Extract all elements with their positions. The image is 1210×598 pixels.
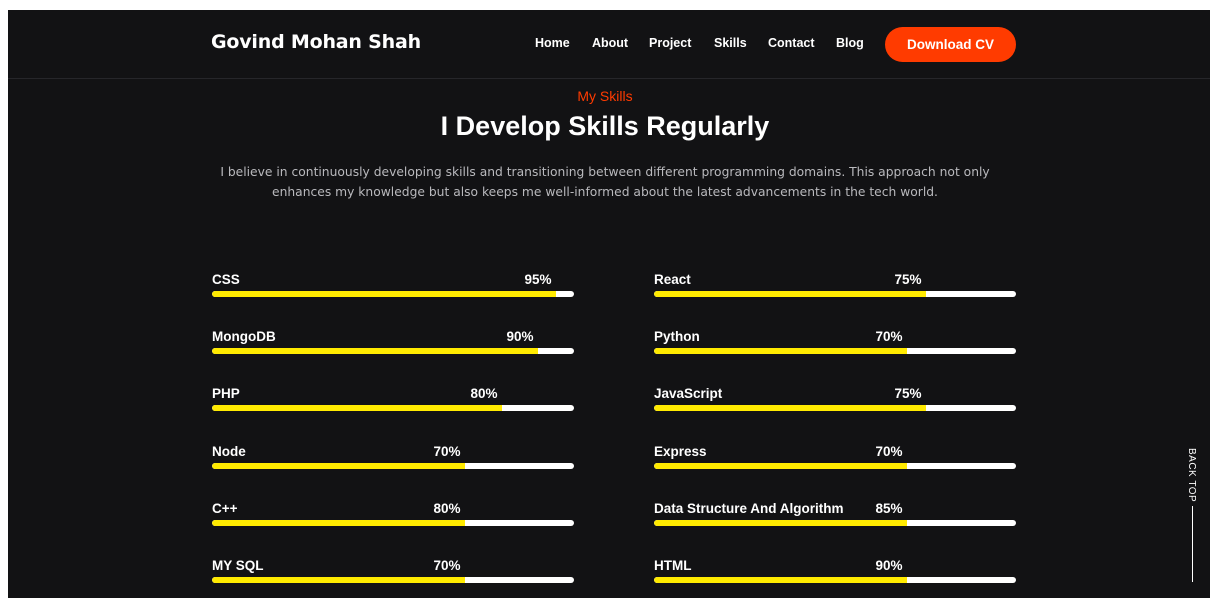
skill-percent: 80% (433, 501, 461, 516)
skill-percent: 70% (875, 444, 903, 459)
skill-item: HTML 90% (654, 558, 1016, 584)
skill-progress-track (654, 405, 1016, 411)
skill-name: Node (212, 444, 246, 459)
skill-item: Node 70% (212, 444, 574, 470)
skill-percent: 95% (524, 272, 552, 287)
section-title: I Develop Skills Regularly (440, 111, 770, 141)
brand-logo[interactable]: Govind Mohan Shah (211, 31, 421, 53)
skill-progress-track (654, 463, 1016, 469)
skill-progress-fill (654, 577, 908, 583)
skill-progress-track (212, 348, 574, 354)
skill-name: Data Structure And Algorithm (654, 501, 844, 516)
skill-name: MongoDB (212, 329, 276, 344)
skill-item: C++ 80% (212, 501, 574, 527)
skill-name: MY SQL (212, 558, 264, 573)
skill-item: Data Structure And Algorithm 85% (654, 501, 1016, 527)
skill-percent: 75% (894, 386, 922, 401)
skill-percent: 90% (875, 558, 903, 573)
skill-progress-fill (654, 463, 908, 469)
nav-about[interactable]: About (592, 36, 628, 50)
nav-contact[interactable]: Contact (768, 36, 815, 50)
skill-progress-fill (212, 577, 466, 583)
skill-progress-fill (654, 405, 926, 411)
skill-progress-fill (212, 348, 538, 354)
skill-progress-fill (654, 291, 926, 297)
skill-percent: 70% (433, 558, 461, 573)
skill-progress-track (654, 291, 1016, 297)
skill-item: JavaScript 75% (654, 386, 1016, 412)
skill-progress-track (212, 291, 574, 297)
skill-progress-fill (654, 348, 908, 354)
skill-item: MongoDB 90% (212, 329, 574, 355)
skill-percent: 75% (894, 272, 922, 287)
skill-name: JavaScript (654, 386, 723, 401)
skill-name: React (654, 272, 691, 287)
skill-name: PHP (212, 386, 240, 401)
nav-skills[interactable]: Skills (714, 36, 747, 50)
download-cv-button[interactable]: Download CV (885, 27, 1016, 62)
skill-name: Express (654, 444, 707, 459)
back-to-top[interactable]: BACK TOP (1186, 448, 1200, 582)
nav-blog[interactable]: Blog (836, 36, 864, 50)
skill-percent: 70% (433, 444, 461, 459)
skill-item: Python 70% (654, 329, 1016, 355)
section-description: I believe in continuously developing ski… (220, 165, 990, 199)
skill-percent: 80% (470, 386, 498, 401)
skill-progress-track (212, 405, 574, 411)
back-top-label: BACK TOP (1186, 448, 1197, 503)
nav-home[interactable]: Home (535, 36, 570, 50)
skill-item: React 75% (654, 272, 1016, 298)
skill-name: C++ (212, 501, 238, 516)
section-eyebrow: My Skills (577, 88, 633, 104)
skill-progress-track (654, 520, 1016, 526)
skill-progress-fill (212, 520, 466, 526)
nav-project[interactable]: Project (649, 36, 691, 50)
skill-item: Express 70% (654, 444, 1016, 470)
skill-item: MY SQL 70% (212, 558, 574, 584)
skill-percent: 85% (875, 501, 903, 516)
skill-name: Python (654, 329, 700, 344)
skill-name: HTML (654, 558, 692, 573)
skill-progress-fill (212, 463, 466, 469)
skill-progress-track (654, 348, 1016, 354)
skill-progress-track (654, 577, 1016, 583)
skill-progress-track (212, 520, 574, 526)
skill-item: PHP 80% (212, 386, 574, 412)
skill-progress-fill (212, 291, 556, 297)
skill-percent: 70% (875, 329, 903, 344)
skill-item: CSS 95% (212, 272, 574, 298)
back-top-line (1192, 506, 1193, 582)
skill-progress-fill (212, 405, 502, 411)
skill-name: CSS (212, 272, 240, 287)
skill-progress-track (212, 463, 574, 469)
skill-progress-fill (654, 520, 908, 526)
skill-progress-track (212, 577, 574, 583)
skill-percent: 90% (506, 329, 534, 344)
site-header: Govind Mohan Shah Home About Project Ski… (8, 10, 1210, 79)
